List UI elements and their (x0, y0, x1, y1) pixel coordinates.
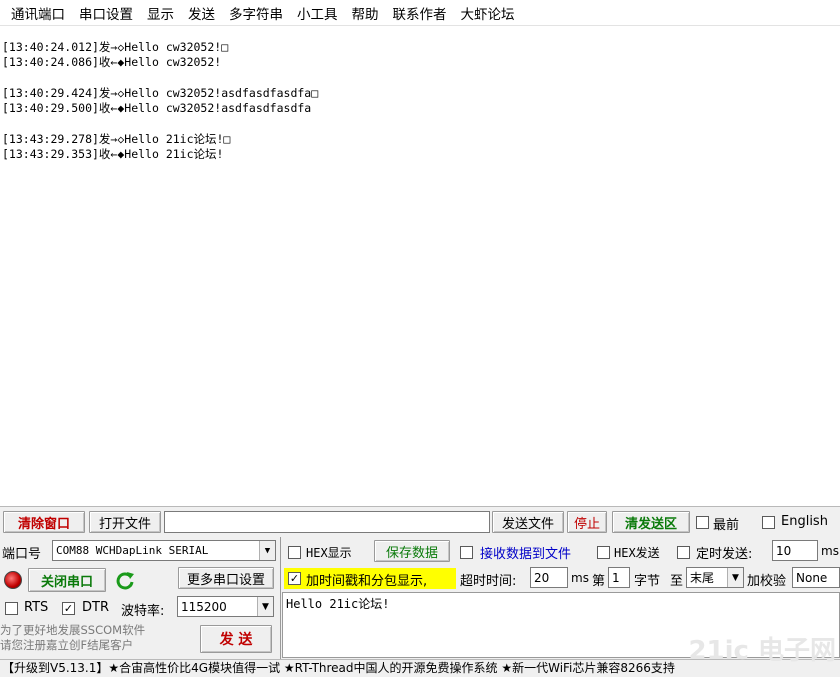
checksum-label: 加校验 (747, 574, 787, 589)
hex-send-label: HEX发送 (614, 546, 660, 560)
menu-tools[interactable]: 小工具 (290, 3, 345, 23)
recv-to-file-label[interactable]: 接收数据到文件 (480, 543, 571, 562)
checksum-select[interactable]: None (792, 567, 840, 588)
timestamp-checkbox[interactable]: ✓ (288, 572, 301, 585)
chevron-down-icon[interactable]: ▼ (257, 597, 273, 616)
hex-send-checkbox[interactable] (597, 546, 610, 559)
timeout-unit: ms (571, 571, 589, 585)
refresh-icon[interactable] (114, 570, 136, 592)
menu-forum[interactable]: 大虾论坛 (454, 3, 522, 23)
english-label: English (781, 514, 828, 529)
log-line: [13:40:24.012]发→◇Hello cw32052!□ (2, 40, 229, 54)
open-file-button[interactable]: 打开文件 (89, 511, 161, 533)
port-label: 端口号 (2, 547, 42, 562)
port-select[interactable]: COM88 WCHDapLink SERIAL ▼ (52, 540, 276, 561)
send-text-area[interactable]: Hello 21ic论坛! (282, 592, 840, 658)
log-blank-line (2, 116, 840, 132)
timeout-label: 超时时间: (460, 574, 517, 589)
timed-send-label: 定时发送: (696, 547, 753, 562)
menu-help[interactable]: 帮助 (345, 3, 386, 23)
promo-line: 请您注册嘉立创F结尾客户 (0, 638, 134, 652)
timed-send-unit: ms (821, 544, 839, 558)
menu-contact-author[interactable]: 联系作者 (386, 3, 454, 23)
hex-display-checkbox[interactable] (288, 546, 301, 559)
timestamp-label: 加时间戳和分包显示, (306, 574, 428, 589)
baud-rate-label: 波特率: (121, 604, 165, 619)
menu-serial-settings[interactable]: 串口设置 (72, 3, 140, 23)
baud-rate-select[interactable]: 115200 ▼ (177, 596, 274, 617)
receive-log-area[interactable]: [13:40:24.012]发→◇Hello cw32052!□ [13:40:… (0, 26, 840, 506)
topmost-label: 最前 (713, 518, 740, 533)
to-label: 至 (670, 574, 684, 589)
status-led-icon (4, 571, 22, 589)
port-select-value: COM88 WCHDapLink SERIAL (56, 544, 209, 557)
log-line: [13:40:29.424]发→◇Hello cw32052!asdfasdfa… (2, 86, 319, 100)
save-data-button[interactable]: 保存数据 (374, 540, 450, 562)
news-ticker[interactable]: 【升级到V5.13.1】★合宙高性价比4G模块值得一试 ★RT-Thread中国… (0, 659, 840, 677)
menu-comm-port[interactable]: 通讯端口 (4, 3, 72, 23)
menu-multi-string[interactable]: 多字符串 (222, 3, 290, 23)
rts-checkbox[interactable] (5, 602, 18, 615)
end-position-value: 末尾 (690, 571, 715, 585)
end-position-select[interactable]: 末尾 ▼ (686, 567, 744, 588)
hex-display-label: HEX显示 (306, 546, 352, 560)
send-file-button[interactable]: 发送文件 (492, 511, 564, 533)
close-port-button[interactable]: 关闭串口 (28, 568, 106, 592)
log-line: [13:40:24.086]收←◆Hello cw32052! (2, 55, 222, 69)
promo-line: 为了更好地发展SSCOM软件 (0, 623, 146, 637)
panel-divider (280, 537, 281, 659)
timed-send-checkbox[interactable] (677, 546, 690, 559)
promo-text: 为了更好地发展SSCOM软件 请您注册嘉立创F结尾客户 (0, 623, 175, 653)
byte-label: 字节 (634, 574, 661, 589)
log-line: [13:40:29.500]收←◆Hello cw32052!asdfasdfa… (2, 101, 312, 115)
topmost-checkbox[interactable] (696, 516, 709, 529)
dtr-checkbox[interactable]: ✓ (62, 602, 75, 615)
start-byte-input[interactable]: 1 (608, 567, 630, 588)
dtr-label: DTR (82, 600, 109, 615)
send-button[interactable]: 发 送 (200, 625, 272, 653)
clear-window-button[interactable]: 清除窗口 (3, 511, 85, 533)
nth-label: 第 (592, 574, 606, 589)
recv-to-file-checkbox[interactable] (460, 546, 473, 559)
menu-send[interactable]: 发送 (181, 3, 222, 23)
log-line: [13:43:29.278]发→◇Hello 21ic论坛!□ (2, 132, 231, 146)
log-line: [13:43:29.353]收←◆Hello 21ic论坛! (2, 147, 224, 161)
rts-label: RTS (24, 600, 49, 615)
english-checkbox[interactable] (762, 516, 775, 529)
file-path-input[interactable] (164, 511, 490, 533)
baud-rate-value: 115200 (181, 599, 227, 614)
control-panel: 清除窗口 打开文件 发送文件 停止 清发送区 最前 English 端口号 CO… (0, 506, 840, 677)
menu-bar: 通讯端口 串口设置 显示 发送 多字符串 小工具 帮助 联系作者 大虾论坛 (0, 0, 840, 26)
menu-display[interactable]: 显示 (140, 3, 181, 23)
more-port-settings-button[interactable]: 更多串口设置 (178, 567, 274, 589)
log-blank-line (2, 70, 840, 86)
stop-button[interactable]: 停止 (567, 511, 607, 533)
chevron-down-icon[interactable]: ▼ (259, 541, 275, 560)
timeout-input[interactable]: 20 (530, 567, 568, 588)
timed-send-interval-input[interactable]: 10 (772, 540, 818, 561)
chevron-down-icon[interactable]: ▼ (727, 568, 743, 587)
clear-send-area-button[interactable]: 清发送区 (612, 511, 690, 533)
